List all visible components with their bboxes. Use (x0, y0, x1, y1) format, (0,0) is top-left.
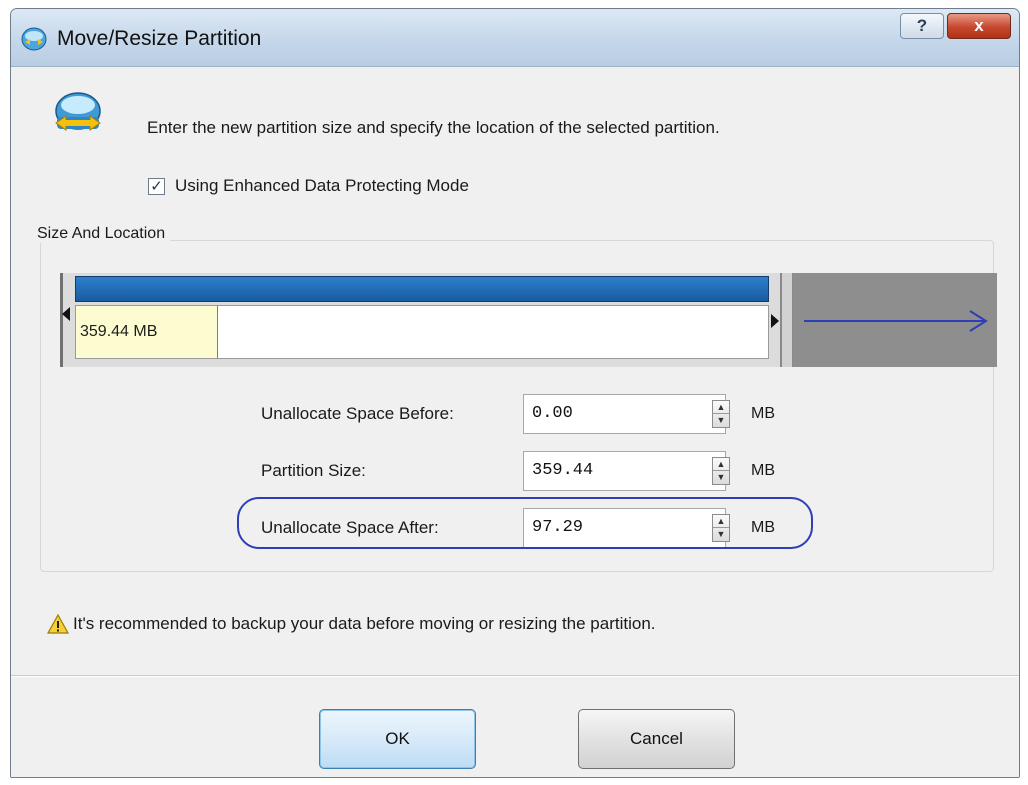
move-resize-dialog: Move/Resize Partition ? x Enter the new … (10, 8, 1020, 778)
warning-message: It's recommended to backup your data bef… (47, 614, 656, 634)
unallocated-before-input[interactable]: 0.00 (523, 394, 726, 434)
unallocated-before-label: Unallocate Space Before: (261, 404, 454, 423)
arrow-right-icon (804, 310, 988, 332)
partition-body[interactable]: 359.44 MB (75, 305, 769, 359)
spin-down-icon[interactable]: ▼ (713, 471, 729, 484)
partition-bar[interactable]: 359.44 MB (60, 273, 997, 367)
close-button[interactable]: x (947, 13, 1011, 39)
footer-divider (11, 675, 1019, 677)
enhanced-mode-label[interactable]: Using Enhanced Data Protecting Mode (175, 176, 469, 196)
right-resize-handle[interactable] (771, 314, 779, 328)
spin-down-icon[interactable]: ▼ (713, 414, 729, 427)
partition-size-unit: MB (751, 462, 775, 479)
size-location-title: Size And Location (35, 225, 171, 243)
enhanced-mode-checkbox[interactable]: ✓ (148, 177, 165, 195)
left-resize-handle[interactable] (62, 307, 70, 321)
move-resize-icon (55, 92, 101, 131)
spin-up-icon[interactable]: ▲ (713, 458, 729, 471)
warning-triangle-icon (47, 614, 69, 634)
unallocated-before-unit: MB (751, 405, 775, 422)
partition-size-spinner[interactable]: ▲ ▼ (712, 457, 730, 485)
partition-size-label: Partition Size: (261, 461, 366, 480)
partition-size-row: Partition Size: 359.44 ▲ ▼ MB (259, 451, 819, 491)
unallocated-before-row: Unallocate Space Before: 0.00 ▲ ▼ MB (259, 394, 819, 434)
partition-header-bar[interactable] (75, 276, 769, 302)
help-button[interactable]: ? (900, 13, 944, 39)
title-bar: Move/Resize Partition ? x (11, 9, 1019, 67)
partition-size-input[interactable]: 359.44 (523, 451, 726, 491)
cancel-button[interactable]: Cancel (578, 709, 735, 769)
highlight-annotation (237, 497, 813, 549)
used-space-segment: 359.44 MB (76, 306, 218, 358)
partition-app-icon (21, 27, 47, 51)
unallocated-before-spinner[interactable]: ▲ ▼ (712, 400, 730, 428)
partition-end-marker[interactable] (780, 273, 794, 367)
dialog-body: Enter the new partition size and specify… (11, 67, 1019, 777)
enhanced-mode-option[interactable]: ✓ Using Enhanced Data Protecting Mode (148, 176, 469, 196)
instruction-text: Enter the new partition size and specify… (147, 118, 720, 137)
window-title: Move/Resize Partition (57, 27, 262, 50)
ok-button[interactable]: OK (319, 709, 476, 769)
warning-text: It's recommended to backup your data bef… (73, 614, 656, 633)
spin-up-icon[interactable]: ▲ (713, 401, 729, 414)
